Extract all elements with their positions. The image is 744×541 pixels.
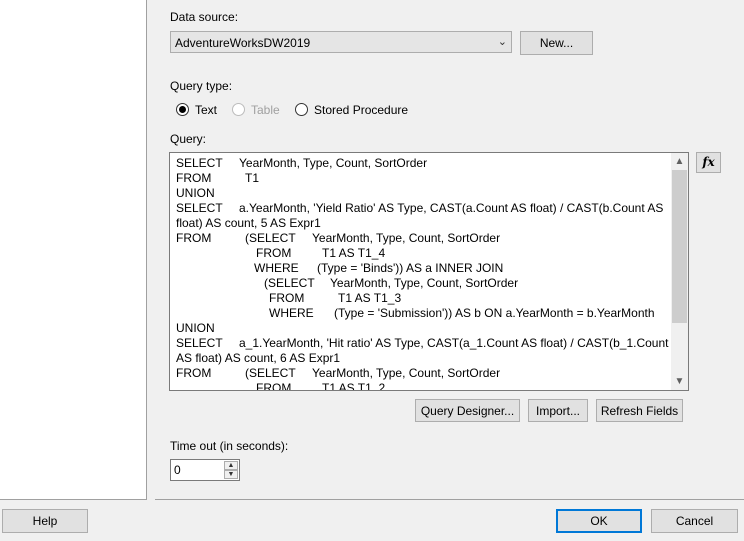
expression-button[interactable]: fx [696, 152, 721, 173]
chevron-down-icon[interactable]: ▼ [671, 373, 688, 390]
refresh-fields-button[interactable]: Refresh Fields [596, 399, 683, 422]
chevron-up-icon[interactable]: ▲ [671, 153, 688, 170]
query-line: FROM T1 AS T1_4 [176, 246, 666, 261]
fx-icon: fx [702, 155, 715, 169]
cancel-button[interactable]: Cancel [651, 509, 738, 533]
navigation-pane[interactable] [0, 0, 147, 500]
chevron-down-icon: ⌄ [497, 36, 507, 48]
query-type-stored-procedure-radio[interactable]: Stored Procedure [295, 103, 410, 117]
query-type-table-label: Table [251, 103, 280, 117]
query-token: (SELECT [264, 276, 315, 290]
query-line: FROM (SELECT YearMonth, Type, Count, SortO… [176, 366, 666, 381]
query-token: T1 AS T1_4 [322, 246, 386, 260]
query-token: FROM [256, 381, 292, 391]
ok-button[interactable]: OK [556, 509, 642, 533]
query-type-label: Query type: [170, 79, 233, 93]
query-token: (Type = 'Submission')) AS b ON a.YearMon… [334, 306, 655, 320]
query-token: YearMonth, Type, Count, SortOrder [330, 276, 519, 290]
query-line: (SELECT YearMonth, Type, Count, SortOrder [176, 276, 666, 291]
query-designer-button[interactable]: Query Designer... [415, 399, 520, 422]
query-text: SELECT YearMonth, Type, Count, SortOrder F… [176, 156, 669, 391]
query-line: UNION [176, 321, 666, 336]
spin-up-icon[interactable]: ▲ [224, 461, 238, 470]
query-token: (SELECT [245, 231, 296, 245]
query-line: SELECT a_1.YearMonth, 'Hit ratio' AS Type… [176, 336, 669, 351]
query-token: WHERE [269, 306, 314, 320]
query-token: WHERE [254, 261, 299, 275]
query-type-table-radio: Table [232, 103, 282, 117]
query-token: FROM [256, 246, 292, 260]
query-line: UNION [176, 186, 666, 201]
query-token: YearMonth, Type, Count, SortOrder [312, 231, 501, 245]
query-line: SELECT YearMonth, Type, Count, SortOrder [176, 156, 666, 171]
import-button[interactable]: Import... [528, 399, 588, 422]
query-token: (SELECT [245, 366, 296, 380]
query-token: AS float) AS count, 6 AS Expr1 [176, 351, 341, 365]
radio-icon [232, 103, 245, 116]
query-line: FROM T1 AS T1_3 [176, 291, 666, 306]
data-source-label: Data source: [170, 10, 239, 24]
query-token: FROM [269, 291, 305, 305]
footer-divider [155, 499, 744, 500]
query-line: FROM (SELECT YearMonth, Type, Count, SortO… [176, 231, 666, 246]
query-token: SELECT [176, 201, 223, 215]
query-token: SELECT [176, 336, 223, 350]
query-line: float) AS count, 5 AS Expr1 [176, 216, 666, 231]
query-line: SELECT a.YearMonth, 'Yield Ratio' AS Type… [176, 201, 666, 216]
query-line: FROM T1 [176, 171, 666, 186]
query-token: YearMonth, Type, Count, SortOrder [239, 156, 428, 170]
query-token: a_1.YearMonth, 'Hit ratio' AS Type, CAST… [239, 336, 669, 350]
scrollbar-thumb[interactable] [672, 170, 687, 323]
timeout-stepper[interactable]: 0 ▲ ▼ [170, 459, 240, 481]
query-token: T1 AS T1_3 [338, 291, 402, 305]
query-token: UNION [176, 321, 215, 335]
query-line: AS float) AS count, 6 AS Expr1 [176, 351, 666, 366]
query-token: (Type = 'Binds')) AS a INNER JOIN [317, 261, 504, 275]
timeout-label: Time out (in seconds): [170, 439, 289, 453]
vertical-scrollbar[interactable]: ▲ ▼ [671, 153, 688, 390]
radio-checked-icon[interactable] [176, 103, 189, 116]
query-label: Query: [170, 132, 207, 146]
data-source-value: AdventureWorksDW2019 [175, 36, 311, 50]
query-line: WHERE (Type = 'Binds')) AS a INNER JOIN [176, 261, 666, 276]
query-type-text-radio[interactable]: Text [176, 103, 226, 117]
query-token: FROM [176, 171, 212, 185]
timeout-value: 0 [174, 463, 181, 477]
query-token: float) AS count, 5 AS Expr1 [176, 216, 321, 230]
query-token: UNION [176, 186, 215, 200]
query-token: SELECT [176, 156, 223, 170]
query-token: YearMonth, Type, Count, SortOrder [312, 366, 501, 380]
radio-icon[interactable] [295, 103, 308, 116]
query-token: a.YearMonth, 'Yield Ratio' AS Type, CAST… [239, 201, 664, 215]
query-token: T1 [245, 171, 260, 185]
spin-down-icon[interactable]: ▼ [224, 470, 238, 479]
new-data-source-button[interactable]: New... [520, 31, 593, 55]
data-source-dropdown[interactable]: AdventureWorksDW2019 ⌄ [170, 31, 512, 53]
query-token: T1 AS T1_2 [322, 381, 386, 391]
query-line: FROM T1 AS T1_2 [176, 381, 666, 391]
help-button[interactable]: Help [2, 509, 88, 533]
query-type-text-label: Text [195, 103, 218, 117]
query-line: WHERE (Type = 'Submission')) AS b ON a.Ye… [176, 306, 666, 321]
query-type-stored-procedure-label: Stored Procedure [314, 103, 409, 117]
query-token: FROM [176, 366, 212, 380]
query-textarea[interactable]: SELECT YearMonth, Type, Count, SortOrder F… [169, 152, 689, 391]
query-token: FROM [176, 231, 212, 245]
